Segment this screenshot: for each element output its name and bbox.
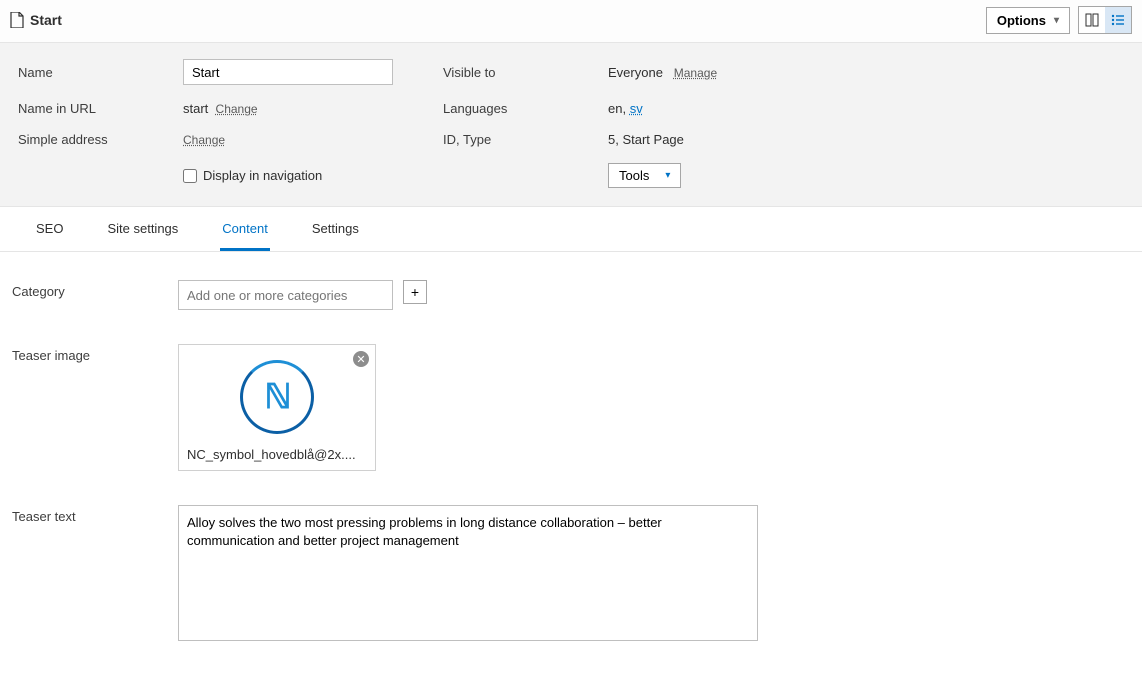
teaser-image-filename: NC_symbol_hovedblå@2x.... [185,441,369,464]
teaser-text-label: Teaser text [12,505,178,524]
page-icon [10,12,24,28]
category-row: Category + [12,280,1130,310]
display-nav-label: Display in navigation [203,168,322,183]
url-change-link[interactable]: Change [216,102,258,116]
page-title: Start [30,12,62,28]
content-panel: Category + Teaser image ✕ ℕ NC_symbol_ho… [0,252,1142,671]
teaser-image-row: Teaser image ✕ ℕ NC_symbol_hovedblå@2x..… [12,344,1130,471]
teaser-image-label: Teaser image [12,344,178,363]
tab-content[interactable]: Content [220,207,270,251]
page-header: Start Options ▾ [0,0,1142,42]
manage-link[interactable]: Manage [674,66,717,80]
header-right: Options ▾ [986,6,1132,34]
options-button[interactable]: Options ▾ [986,7,1070,34]
url-label: Name in URL [18,101,183,116]
visible-value: Everyone [608,65,663,80]
name-input[interactable] [183,59,393,85]
options-label: Options [997,13,1046,28]
languages-label: Languages [443,101,608,116]
lang-secondary-link[interactable]: sv [630,101,643,116]
lang-primary: en [608,101,622,116]
tab-settings[interactable]: Settings [310,207,361,251]
chevron-down-icon: ▾ [1054,15,1059,26]
view-grid-button[interactable] [1079,7,1105,33]
idtype-label: ID, Type [443,132,608,147]
remove-teaser-button[interactable]: ✕ [353,351,369,367]
tabs: SEO Site settings Content Settings [0,207,1142,252]
teaser-image-card[interactable]: ✕ ℕ NC_symbol_hovedblå@2x.... [178,344,376,471]
tools-label: Tools [619,168,649,183]
chevron-down-icon: ▾ [665,170,670,181]
name-label: Name [18,65,183,80]
tools-button[interactable]: Tools ▾ [608,163,681,188]
simple-addr-change-link[interactable]: Change [183,133,225,147]
simple-addr-label: Simple address [18,132,183,147]
idtype-value: 5, Start Page [608,132,888,147]
meta-panel: Name Visible to Everyone Manage Name in … [0,43,1142,207]
category-label: Category [12,280,178,299]
visible-label: Visible to [443,65,608,80]
tab-seo[interactable]: SEO [34,207,65,251]
display-nav-checkbox[interactable] [183,169,197,183]
header-left: Start [10,12,62,28]
add-category-button[interactable]: + [403,280,427,304]
teaser-text-row: Teaser text [12,505,1130,641]
category-input[interactable] [178,280,393,310]
view-toggle-group [1078,6,1132,34]
teaser-text-input[interactable] [178,505,758,641]
url-value: start [183,101,208,116]
logo-icon: ℕ [240,360,314,434]
teaser-thumbnail: ℕ [185,353,369,441]
view-list-button[interactable] [1105,7,1131,33]
tab-site-settings[interactable]: Site settings [105,207,180,251]
